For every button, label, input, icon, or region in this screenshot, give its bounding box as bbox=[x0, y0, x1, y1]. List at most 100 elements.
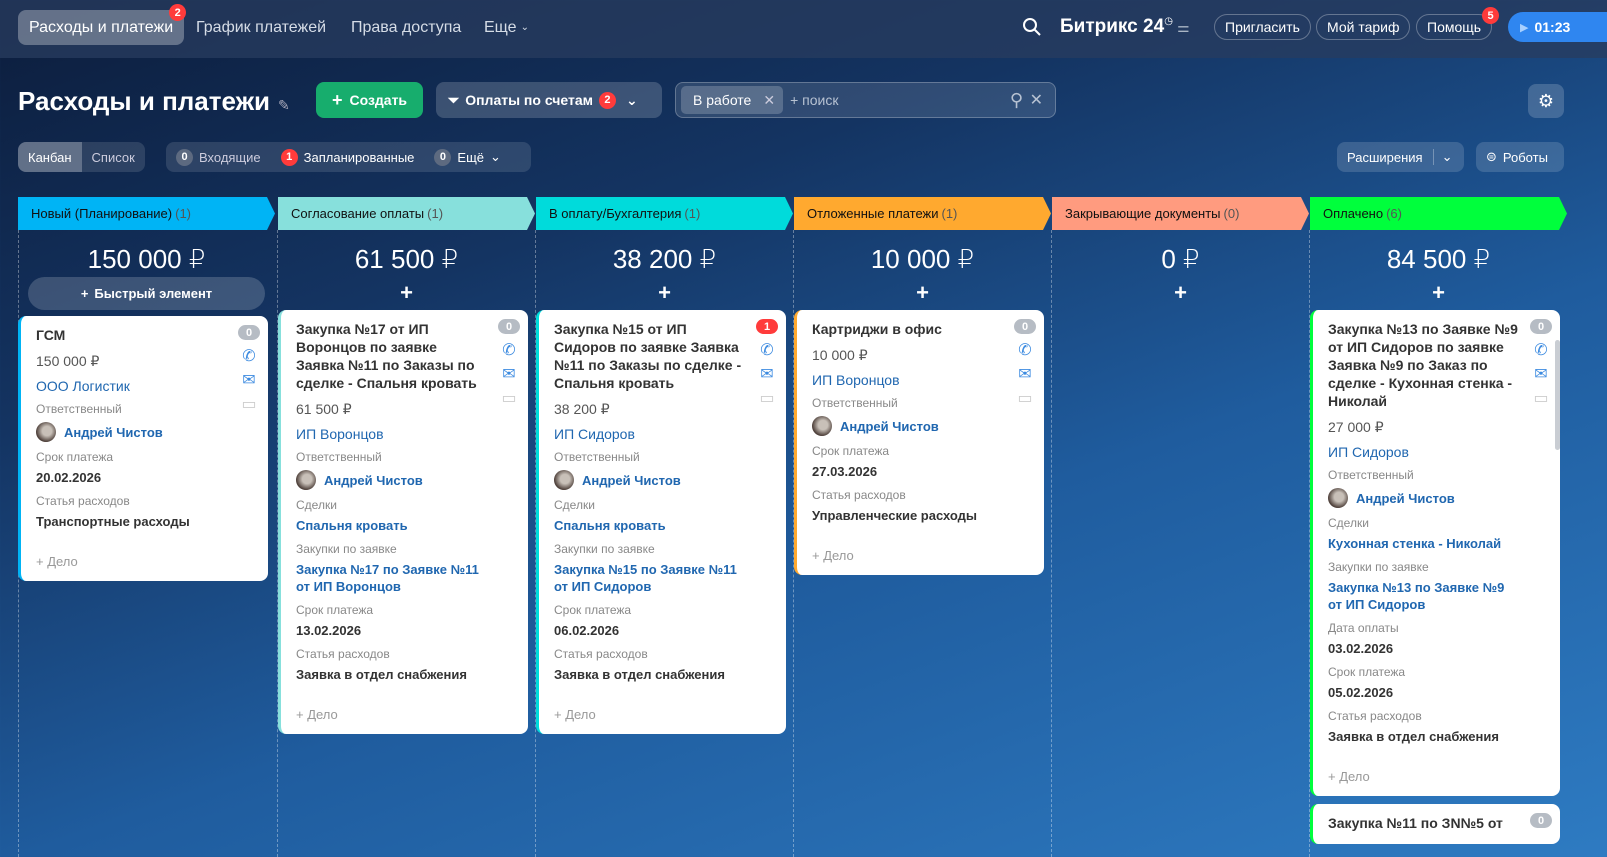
responsible-person[interactable]: Андрей Чистов bbox=[812, 416, 1004, 436]
kanban-card[interactable]: ГСМ 0 ✆ ✉ ▭ 150 000 ₽ ООО Логистик Ответственны… bbox=[18, 316, 268, 581]
card-company[interactable]: ООО Логистик bbox=[36, 378, 228, 394]
brand-logo[interactable]: Битрикс 24◷ bbox=[1060, 16, 1173, 38]
add-activity-button[interactable]: + Дело bbox=[812, 548, 1004, 563]
responsible-person[interactable]: Андрей Чистов bbox=[296, 470, 488, 490]
add-item-button[interactable]: + bbox=[1052, 280, 1309, 310]
person-name: Андрей Чистов bbox=[840, 418, 939, 434]
card-actions: 0 ✆ ✉ ▭ bbox=[1014, 319, 1036, 407]
add-item-button[interactable]: + bbox=[1310, 280, 1567, 310]
add-activity-button[interactable]: + Дело bbox=[36, 554, 228, 569]
mail-icon[interactable]: ✉ bbox=[240, 371, 258, 389]
search-icon[interactable] bbox=[1022, 17, 1042, 42]
field-label: Дата оплаты bbox=[1328, 621, 1399, 635]
gear-icon[interactable]: ⚙ bbox=[1528, 84, 1564, 118]
card-company[interactable]: ИП Воронцов bbox=[296, 426, 488, 442]
view-list[interactable]: Список bbox=[82, 150, 145, 165]
clear-icon[interactable]: ✕ bbox=[1030, 90, 1043, 110]
kanban-column: Отложенные платежи (1) 10 000 ₽ + Картриджи … bbox=[794, 197, 1051, 857]
extensions-button[interactable]: Расширения ⌄ bbox=[1337, 142, 1464, 172]
phone-icon[interactable]: ✆ bbox=[1532, 341, 1550, 359]
mail-icon[interactable]: ✉ bbox=[1532, 365, 1550, 383]
column-header[interactable]: В оплату/Бухгалтерия (1) bbox=[536, 197, 793, 230]
counter-incoming[interactable]: Входящие bbox=[199, 150, 261, 165]
add-item-button[interactable]: + bbox=[536, 280, 793, 310]
column-header[interactable]: Отложенные платежи (1) bbox=[794, 197, 1051, 230]
invite-button[interactable]: Пригласить bbox=[1214, 14, 1311, 40]
column-header[interactable]: Оплачено (6) bbox=[1310, 197, 1567, 230]
quick-add-button[interactable]: + Быстрый элемент bbox=[28, 277, 265, 310]
add-activity-button[interactable]: + Дело bbox=[1328, 769, 1520, 784]
card-company[interactable]: ИП Сидоров bbox=[1328, 444, 1520, 460]
nav-more[interactable]: Еще ⌄ bbox=[473, 10, 540, 45]
mail-icon[interactable]: ✉ bbox=[1016, 365, 1034, 383]
remove-tag-icon[interactable]: ✕ bbox=[763, 92, 775, 109]
extensions-label: Расширения bbox=[1347, 149, 1423, 165]
robots-button[interactable]: ⊜ Роботы bbox=[1476, 142, 1564, 172]
mail-icon[interactable]: ✉ bbox=[500, 365, 518, 383]
pin-icon[interactable]: ✎ bbox=[278, 97, 290, 113]
field-link[interactable]: Закупка №13 по Заявке №9 от ИП Сидоров bbox=[1328, 579, 1520, 613]
card-company[interactable]: ИП Воронцов bbox=[812, 372, 1004, 388]
comment-icon[interactable]: ▭ bbox=[1532, 389, 1550, 407]
responsible-person[interactable]: Андрей Чистов bbox=[36, 422, 228, 442]
view-kanban[interactable]: Канбан bbox=[18, 142, 82, 172]
settings-sliders-icon[interactable]: ⚌ bbox=[1177, 19, 1190, 36]
kanban-card[interactable]: Картриджи в офис 0 ✆ ✉ ▭ 10 000 ₽ ИП Воронцов О… bbox=[794, 310, 1044, 575]
kanban-card[interactable]: Закупка №13 по Заявке №9 от ИП Сидоров п… bbox=[1310, 310, 1560, 796]
column-header[interactable]: Согласование оплаты (1) bbox=[278, 197, 535, 230]
filter-tag[interactable]: В работе ✕ bbox=[681, 86, 784, 114]
nav-schedule[interactable]: График платежей bbox=[185, 10, 337, 45]
comment-icon[interactable]: ▭ bbox=[758, 389, 776, 407]
timer-button[interactable]: ▶ 01:23 bbox=[1508, 12, 1607, 42]
card-title[interactable]: Закупка №13 по Заявке №9 от ИП Сидоров п… bbox=[1328, 320, 1520, 410]
tariff-button[interactable]: Мой тариф bbox=[1316, 14, 1411, 40]
mail-icon[interactable]: ✉ bbox=[758, 365, 776, 383]
phone-icon[interactable]: ✆ bbox=[758, 341, 776, 359]
scrollbar[interactable] bbox=[1555, 340, 1560, 450]
category-selector[interactable]: ⏷ Оплаты по счетам 2 ⌄ bbox=[436, 82, 662, 118]
card-title[interactable]: Закупка №11 по ЗN№5 от bbox=[1328, 814, 1520, 832]
comment-icon[interactable]: ▭ bbox=[240, 395, 258, 413]
field-link[interactable]: Закупка №15 по Заявке №11 от ИП Сидоров bbox=[554, 561, 746, 595]
help-button[interactable]: Помощь 5 bbox=[1416, 7, 1500, 40]
responsible-person[interactable]: Андрей Чистов bbox=[1328, 488, 1520, 508]
chevron-down-icon[interactable]: ⌄ bbox=[1432, 149, 1453, 165]
add-activity-button[interactable]: + Дело bbox=[554, 707, 746, 722]
nav-access[interactable]: Права доступа bbox=[340, 10, 472, 45]
card-title[interactable]: Закупка №17 от ИП Воронцов по заявке Зая… bbox=[296, 320, 488, 392]
counter-more[interactable]: Ещё bbox=[457, 150, 484, 165]
field-link[interactable]: Спальня кровать bbox=[554, 517, 746, 534]
comment-icon[interactable]: ▭ bbox=[1016, 389, 1034, 407]
kanban-card[interactable]: Закупка №15 от ИП Сидоров по заявке Заяв… bbox=[536, 310, 786, 734]
kanban-card[interactable]: Закупка №11 по ЗN№5 от 0 bbox=[1310, 804, 1560, 844]
card-company[interactable]: ИП Сидоров bbox=[554, 426, 746, 442]
field-link[interactable]: Закупка №17 по Заявке №11 от ИП Воронцов bbox=[296, 561, 488, 595]
search-filter-field[interactable]: В работе ✕ + поиск ⚲ ✕ bbox=[675, 82, 1056, 118]
add-item-button[interactable]: + bbox=[794, 280, 1051, 310]
column-count: (1) bbox=[175, 206, 192, 221]
add-activity-button[interactable]: + Дело bbox=[296, 707, 488, 722]
phone-icon[interactable]: ✆ bbox=[240, 347, 258, 365]
search-icon[interactable]: ⚲ bbox=[1010, 90, 1023, 111]
create-button[interactable]: + Создать bbox=[316, 82, 423, 118]
add-item-button[interactable]: + bbox=[278, 280, 535, 310]
card-title[interactable]: Картриджи в офис bbox=[812, 320, 1004, 338]
avatar bbox=[1328, 488, 1348, 508]
column-header[interactable]: Новый (Планирование) (1) bbox=[18, 197, 275, 230]
card-title[interactable]: Закупка №15 от ИП Сидоров по заявке Заяв… bbox=[554, 320, 746, 392]
search-input[interactable]: + поиск bbox=[790, 92, 838, 108]
field-label: Закупки по заявке bbox=[296, 542, 397, 556]
comment-icon[interactable]: ▭ bbox=[500, 389, 518, 407]
responsible-person[interactable]: Андрей Чистов bbox=[554, 470, 746, 490]
nav-expenses[interactable]: Расходы и платежи 2 bbox=[18, 4, 187, 45]
person-name: Андрей Чистов bbox=[1356, 490, 1455, 506]
card-title[interactable]: ГСМ bbox=[36, 326, 228, 344]
counter-planned[interactable]: Запланированные bbox=[304, 150, 415, 165]
phone-icon[interactable]: ✆ bbox=[500, 341, 518, 359]
phone-icon[interactable]: ✆ bbox=[1016, 341, 1034, 359]
field-link[interactable]: Кухонная стенка - Николай bbox=[1328, 535, 1520, 552]
field-link[interactable]: Спальня кровать bbox=[296, 517, 488, 534]
column-header[interactable]: Закрывающие документы (0) bbox=[1052, 197, 1309, 230]
nav-more-label: Еще bbox=[484, 18, 517, 36]
kanban-card[interactable]: Закупка №17 от ИП Воронцов по заявке Зая… bbox=[278, 310, 528, 734]
